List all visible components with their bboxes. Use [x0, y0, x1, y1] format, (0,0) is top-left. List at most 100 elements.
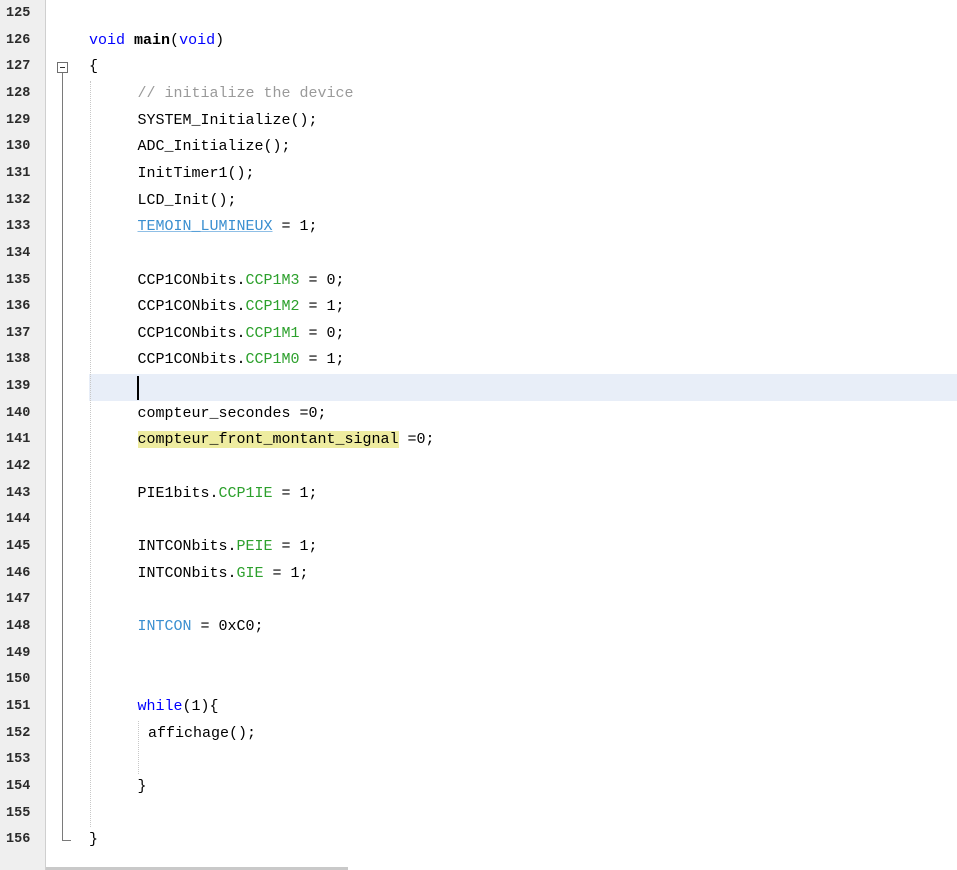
- code-line[interactable]: 151 while(1){: [0, 694, 957, 721]
- code-line[interactable]: 143 PIE1bits.CCP1IE = 1;: [0, 481, 957, 508]
- code-line[interactable]: 128 // initialize the device: [0, 81, 957, 108]
- token-hl: compteur_front_montant_signal: [137, 431, 399, 449]
- line-number: 130: [6, 139, 31, 155]
- token: = 1;: [263, 564, 309, 582]
- token: compteur_secondes =0;: [137, 404, 327, 422]
- code-text: // initialize the device: [138, 81, 354, 108]
- line-number: 153: [6, 752, 31, 768]
- code-line[interactable]: 137 CCP1CONbits.CCP1M1 = 0;: [0, 321, 957, 348]
- line-number: 145: [6, 539, 31, 554]
- fold-range-line: [62, 73, 63, 841]
- code-line[interactable]: 126 void main(void): [0, 28, 957, 55]
- token-field: PEIE: [236, 538, 273, 555]
- line-number: 139: [6, 379, 31, 395]
- token: InitTimer1();: [137, 164, 255, 182]
- code-line[interactable]: 148 INTCON = 0xC0;: [0, 614, 957, 641]
- indent-guide: [90, 80, 91, 828]
- token: = 1;: [272, 484, 318, 502]
- token: INTCONbits.: [137, 564, 237, 582]
- code-text: void main(void): [89, 28, 224, 55]
- token: (: [170, 31, 180, 49]
- code-text: PIE1bits.CCP1IE = 1;: [138, 481, 318, 508]
- line-number: 127: [6, 59, 31, 75]
- code-text: CCP1CONbits.CCP1M3 = 0;: [138, 268, 345, 295]
- fold-collapse-icon[interactable]: [57, 62, 68, 74]
- line-number: 138: [6, 352, 31, 368]
- token: CCP1CONbits.: [137, 324, 246, 342]
- line-number: 146: [6, 565, 31, 581]
- line-number: 147: [6, 592, 31, 608]
- token: (1){: [182, 697, 219, 715]
- code-line[interactable]: 145 INTCONbits.PEIE = 1;: [0, 534, 957, 561]
- code-line[interactable]: 132 LCD_Init();: [0, 188, 957, 215]
- code-line[interactable]: 147: [0, 587, 957, 614]
- code-line[interactable]: 139: [0, 374, 957, 401]
- token: = 0;: [299, 271, 345, 289]
- line-number: 152: [6, 725, 31, 741]
- code-text: affichage();: [148, 721, 256, 748]
- line-number: 126: [6, 32, 31, 48]
- code-line[interactable]: 133 TEMOIN_LUMINEUX = 1;: [0, 214, 957, 241]
- code-text: InitTimer1();: [138, 161, 255, 188]
- token: {: [89, 58, 99, 76]
- token-macro-plain: INTCON: [137, 617, 192, 635]
- code-line[interactable]: 154}: [0, 774, 957, 801]
- line-number: 142: [6, 459, 31, 475]
- fold-end-marker: [62, 840, 71, 842]
- token-kw: void: [89, 31, 126, 49]
- code-line[interactable]: 155: [0, 801, 957, 828]
- token-field: CCP1M1: [245, 324, 300, 342]
- code-line[interactable]: 129 SYSTEM_Initialize();: [0, 108, 957, 135]
- code-text: while(1){: [138, 694, 219, 721]
- code-text: {: [89, 54, 98, 81]
- token-field: CCP1M3: [245, 271, 300, 289]
- code-text: }: [89, 827, 98, 854]
- token-kw: while: [137, 697, 183, 715]
- code-line[interactable]: 142: [0, 454, 957, 481]
- line-number: 136: [6, 299, 31, 315]
- line-number: 150: [6, 672, 31, 688]
- code-line[interactable]: 152 affichage();: [0, 721, 957, 748]
- code-line[interactable]: 156}: [0, 827, 957, 854]
- token-field: CCP1M2: [245, 298, 300, 316]
- token: INTCONbits.: [137, 538, 237, 555]
- code-line[interactable]: 140 compteur_secondes =0;: [0, 401, 957, 428]
- code-line[interactable]: 138 CCP1CONbits.CCP1M0 = 1;: [0, 347, 957, 374]
- token: CCP1CONbits.: [137, 271, 246, 289]
- code-text: CCP1CONbits.CCP1M1 = 0;: [138, 321, 345, 348]
- line-number: 154: [6, 778, 31, 794]
- token: = 0;: [299, 324, 345, 342]
- code-line[interactable]: 130 ADC_Initialize();: [0, 134, 957, 161]
- line-number: 133: [6, 219, 31, 235]
- code-line[interactable]: 144: [0, 507, 957, 534]
- code-line[interactable]: 125: [0, 1, 957, 28]
- line-number: 143: [6, 485, 31, 501]
- code-line[interactable]: 135 CCP1CONbits.CCP1M3 = 0;: [0, 268, 957, 295]
- code-line[interactable]: 149: [0, 641, 957, 668]
- code-editor[interactable]: 125 126 void main(void) 127{128// initializ…: [0, 0, 957, 870]
- code-line[interactable]: 146 INTCONbits.GIE = 1;: [0, 561, 957, 588]
- code-text: compteur_secondes =0;: [138, 401, 327, 428]
- token-field: CCP1M0: [245, 351, 300, 369]
- line-number: 149: [6, 645, 31, 661]
- token-bold: main: [134, 31, 171, 49]
- code-text: CCP1CONbits.CCP1M0 = 1;: [138, 347, 345, 374]
- code-line[interactable]: 134: [0, 241, 957, 268]
- line-number: 140: [6, 405, 31, 421]
- line-number: 156: [6, 832, 31, 848]
- token: =0;: [398, 431, 435, 449]
- line-number: 134: [6, 245, 31, 261]
- line-number: 141: [6, 432, 31, 448]
- token: }: [137, 777, 147, 795]
- code-line[interactable]: 153: [0, 747, 957, 774]
- code-line[interactable]: 136 CCP1CONbits.CCP1M2 = 1;: [0, 294, 957, 321]
- token: = 1;: [299, 351, 345, 369]
- code-text: CCP1CONbits.CCP1M2 = 1;: [138, 294, 345, 321]
- code-line[interactable]: 131 InitTimer1();: [0, 161, 957, 188]
- code-line[interactable]: 150: [0, 667, 957, 694]
- code-text: SYSTEM_Initialize();: [138, 108, 318, 135]
- indent-guide: [138, 720, 139, 774]
- code-line[interactable]: 141 compteur_front_montant_signal =0;: [0, 427, 957, 454]
- code-line[interactable]: 127 {: [0, 54, 957, 81]
